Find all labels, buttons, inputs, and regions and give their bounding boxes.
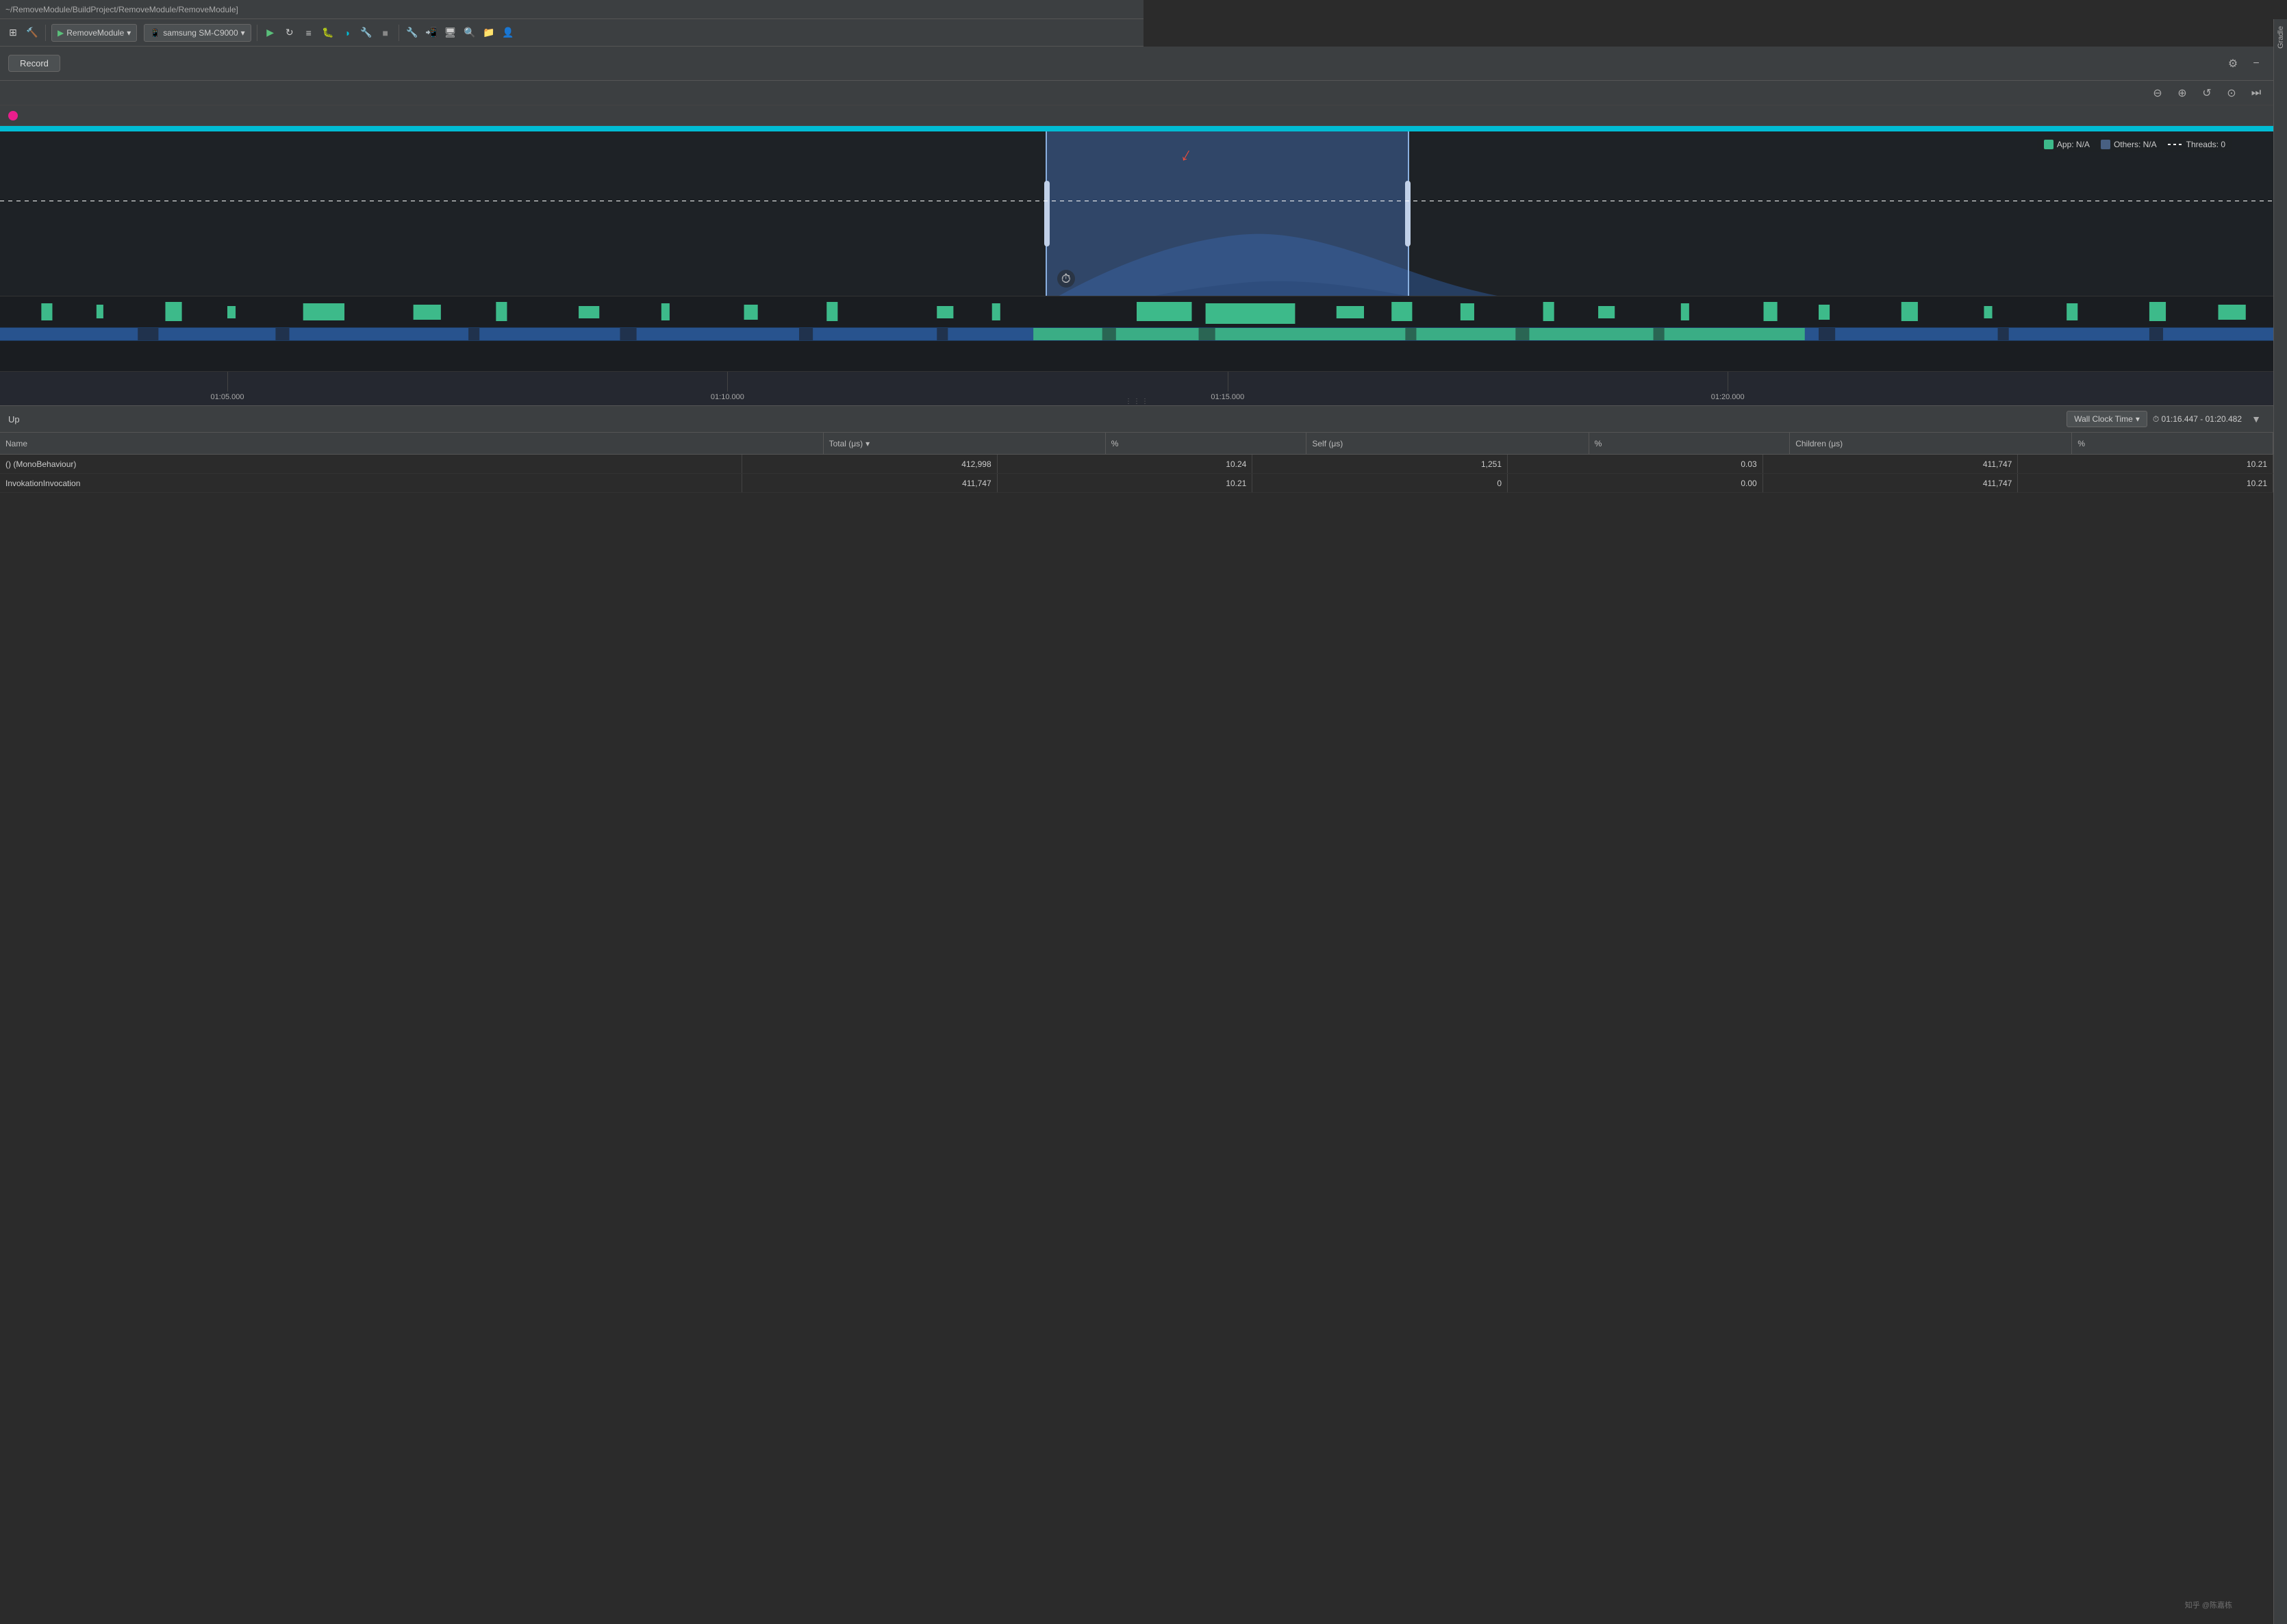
gradle-label: Gradle	[2277, 26, 2285, 49]
device-chevron: ▾	[241, 28, 245, 38]
profile-icon[interactable]: ◑	[340, 25, 355, 40]
thread-area	[0, 296, 2273, 371]
row2-children: 411,747	[1763, 474, 2019, 492]
col-children: Children (μs)	[1790, 433, 2072, 454]
timeline-bar	[0, 126, 2273, 131]
record-button[interactable]: Record	[8, 55, 60, 72]
col-total[interactable]: Total (μs) ▾	[824, 433, 1106, 454]
folder-icon[interactable]: 📁	[481, 25, 496, 40]
minimize-icon[interactable]: −	[2247, 55, 2265, 73]
legend-threads-label: Threads: 0	[2186, 140, 2225, 149]
tick-1: 01:05.000	[211, 393, 244, 401]
toolbar-sep-1	[45, 25, 46, 41]
bottom-bar: Up Wall Clock Time ▾ ⏱ 01:16.447 - 01:20…	[0, 405, 2273, 433]
zoom-out-icon[interactable]: ⊖	[2149, 84, 2166, 102]
legend-threads-dash	[2168, 144, 2183, 145]
thread-svg	[0, 296, 2273, 371]
bug-icon[interactable]: 🐛	[320, 25, 336, 40]
row1-children: 411,747	[1763, 455, 2019, 473]
module-chevron: ▾	[127, 28, 131, 38]
watermark: 知乎 @陈嘉栋	[2185, 1599, 2232, 1610]
profiler-header: Record ⚙ −	[0, 47, 2273, 81]
table-row: InvokationInvocation 411,747 10.21 0 0.0…	[0, 474, 2273, 493]
col-total-pct: %	[1106, 433, 1307, 454]
legend-others: Others: N/A	[2101, 140, 2157, 149]
wall-clock-label: Wall Clock Time	[2074, 414, 2133, 424]
col-self-pct: %	[1589, 433, 1791, 454]
row2-total: 411,747	[742, 474, 998, 492]
fit-icon[interactable]: ⊙	[2223, 84, 2240, 102]
col-name: Name	[0, 433, 824, 454]
timeline-ruler: 01:05.000 01:10.000 01:15.000 01:20.000 …	[0, 371, 2273, 405]
device-label: samsung SM-C9000	[163, 28, 238, 38]
legend-app-color	[2044, 140, 2054, 149]
tick-3: 01:15.000	[1211, 393, 1244, 401]
chart-legend: App: N/A Others: N/A Threads: 0	[2037, 137, 2232, 152]
time-range: ⏱ 01:16.447 - 01:20.482	[2153, 414, 2242, 424]
title-path: ~/RemoveModule/BuildProject/RemoveModule…	[5, 5, 238, 14]
editor-icon[interactable]: ⊞	[5, 25, 21, 40]
legend-threads: Threads: 0	[2168, 140, 2225, 149]
memory-icon[interactable]: 🔧	[359, 25, 374, 40]
col-children-pct: %	[2072, 433, 2273, 454]
wall-clock-dropdown[interactable]: Wall Clock Time ▾	[2067, 411, 2147, 427]
user-icon[interactable]: 👤	[501, 25, 516, 40]
stop-icon[interactable]: ■	[378, 25, 393, 40]
legend-others-color	[2101, 140, 2110, 149]
dropdown-arrow: ▾	[2136, 414, 2140, 424]
row2-self: 0	[1252, 474, 1508, 492]
row2-children-pct: 10.21	[2018, 474, 2273, 492]
zoom-in-icon[interactable]: ⊕	[2173, 84, 2191, 102]
row1-total-pct: 10.24	[998, 455, 1253, 473]
clock-icon: ⏱	[1057, 270, 1075, 288]
list-icon[interactable]: ≡	[301, 25, 316, 40]
bottom-right-controls: Wall Clock Time ▾ ⏱ 01:16.447 - 01:20.48…	[2067, 410, 2265, 428]
tools-icon[interactable]: 🔧	[405, 25, 420, 40]
settings-icon[interactable]: ⚙	[2224, 55, 2242, 73]
device-dropdown[interactable]: 📱 samsung SM-C9000 ▾	[144, 24, 251, 42]
selection-handle-right[interactable]	[1405, 181, 1411, 246]
table-header: Name Total (μs) ▾ % Self (μs) % Children…	[0, 433, 2273, 455]
row1-name: () (MonoBehaviour)	[0, 455, 742, 473]
recording-indicator	[8, 111, 18, 120]
module-dropdown[interactable]: ▶ RemoveModule ▾	[51, 24, 137, 42]
selection-highlight[interactable]	[1046, 131, 1409, 296]
tick-4: 01:20.000	[1711, 393, 1745, 401]
refresh-icon[interactable]: ↻	[282, 25, 297, 40]
module-label: RemoveModule	[66, 28, 124, 38]
next-icon[interactable]: ⏭	[2247, 84, 2265, 102]
legend-others-label: Others: N/A	[2114, 140, 2157, 149]
main-content: Record ⚙ − ⊖ ⊕ ↺ ⊙ ⏭ App: N/A Others: N/…	[0, 47, 2273, 1624]
play-icon[interactable]: ▶	[263, 25, 278, 40]
row2-total-pct: 10.21	[998, 474, 1253, 492]
col-self: Self (μs)	[1306, 433, 1589, 454]
screen-icon[interactable]: 🖥	[443, 25, 458, 40]
legend-app: App: N/A	[2044, 140, 2090, 149]
device-mgr-icon[interactable]: 📲	[424, 25, 439, 40]
toolbar: ⊞ 🔨 ▶ RemoveModule ▾ 📱 samsung SM-C9000 …	[0, 19, 1144, 47]
ruler-line-1	[227, 372, 228, 392]
row1-children-pct: 10.21	[2018, 455, 2273, 473]
row2-name: InvokationInvocation	[0, 474, 742, 492]
gradle-sidebar[interactable]: Gradle	[2273, 19, 2287, 1624]
selection-handle-left[interactable]	[1044, 181, 1050, 246]
up-label: Up	[8, 414, 20, 424]
row1-self-pct: 0.03	[1508, 455, 1763, 473]
legend-app-label: App: N/A	[2057, 140, 2090, 149]
header-controls: ⚙ −	[2224, 55, 2265, 73]
build-icon[interactable]: 🔨	[25, 25, 40, 40]
ruler-line-2	[727, 372, 728, 392]
row1-self: 1,251	[1252, 455, 1508, 473]
titlebar: ~/RemoveModule/BuildProject/RemoveModule…	[0, 0, 1144, 19]
reset-icon[interactable]: ↺	[2198, 84, 2216, 102]
search-icon[interactable]: 🔍	[462, 25, 477, 40]
indicator-row	[0, 105, 2273, 126]
row1-total: 412,998	[742, 455, 998, 473]
tick-2: 01:10.000	[711, 393, 744, 401]
table-row: () (MonoBehaviour) 412,998 10.24 1,251 0…	[0, 455, 2273, 474]
resize-handle[interactable]: ⋮ ⋮ ⋮	[1125, 398, 1148, 405]
row2-self-pct: 0.00	[1508, 474, 1763, 492]
filter-icon[interactable]: ▼	[2247, 410, 2265, 428]
chart-area: App: N/A Others: N/A Threads: 0 100 50	[0, 131, 2273, 296]
